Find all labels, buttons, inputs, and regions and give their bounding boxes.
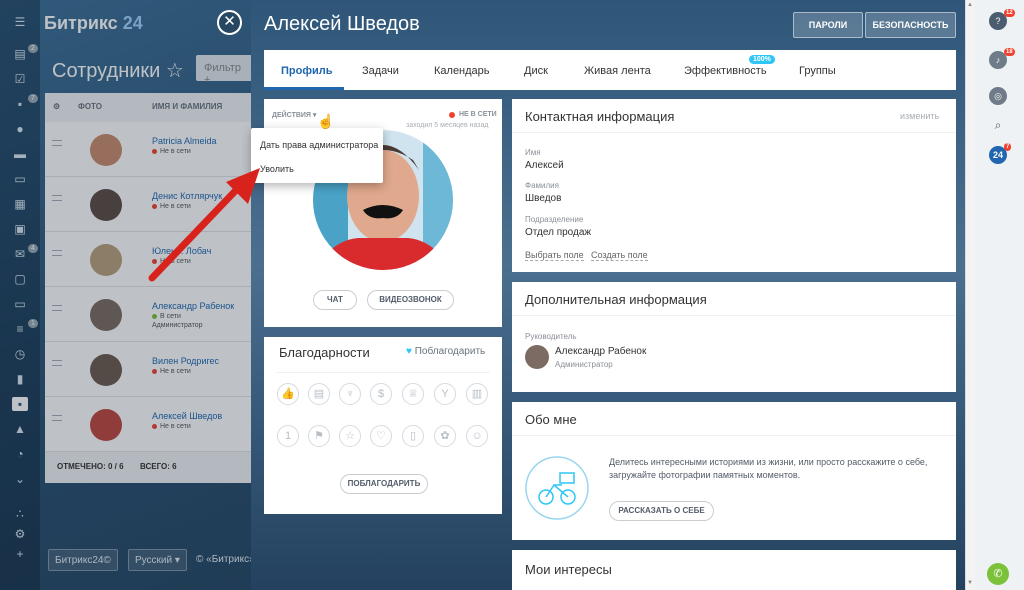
cake-icon[interactable]: ▥ (466, 383, 488, 405)
menu-item-grant-admin[interactable]: Дать права администратора (260, 140, 378, 150)
close-icon[interactable]: ✕ (217, 10, 242, 35)
search-icon[interactable]: ⌕ (989, 116, 1007, 134)
edit-link[interactable]: изменить (900, 111, 939, 121)
open-lines-icon[interactable]: ◎ (989, 87, 1007, 105)
select-field-link[interactable]: Выбрать поле (525, 250, 584, 261)
chat-button[interactable]: ЧАТ (313, 290, 357, 310)
smile-icon[interactable]: ☺ (466, 425, 488, 447)
phone-icon[interactable]: ✆ (987, 563, 1009, 585)
scroll-down-icon[interactable]: ▼ (967, 580, 973, 586)
heart-icon: ♥ (406, 346, 412, 357)
manager-label: Руководитель (525, 332, 577, 341)
efficiency-badge: 100% (749, 55, 775, 64)
actions-dropdown[interactable]: ДЕЙСТВИЯ ▾ (272, 111, 316, 119)
tab-live-feed[interactable]: Живая лента (584, 65, 651, 77)
tab-calendar[interactable]: Календарь (434, 65, 490, 77)
flag-icon[interactable]: ⚑ (308, 425, 330, 447)
profile-tabs: Профиль Задачи Календарь Диск Живая лент… (264, 50, 956, 90)
thumb-icon[interactable]: 👍 (277, 383, 299, 405)
tell-about-button[interactable]: РАССКАЗАТЬ О СЕБЕ (609, 501, 714, 521)
about-title: Обо мне (525, 412, 577, 427)
drink-icon[interactable]: Y (434, 383, 456, 405)
field-label: Имя (525, 148, 541, 157)
thank-link[interactable]: ♥ Поблагодарить (406, 346, 485, 357)
extra-title: Дополнительная информация (525, 292, 707, 307)
manager-name[interactable]: Александр Рабенок (555, 346, 646, 357)
one-icon[interactable]: 1 (277, 425, 299, 447)
profile-title: Алексей Шведов (264, 13, 420, 35)
about-text: Делитесь интересными историями из жизни,… (609, 457, 928, 480)
scrollbar[interactable]: ▲ ▼ (966, 0, 975, 590)
bicycle-icon (525, 456, 589, 520)
manager-role: Администратор (555, 360, 613, 369)
scroll-up-icon[interactable]: ▲ (967, 2, 973, 8)
field-value-department: Отдел продаж (525, 227, 592, 238)
offline-dot (449, 112, 455, 118)
manager-avatar[interactable] (525, 345, 549, 369)
crown-icon[interactable]: ♕ (402, 383, 424, 405)
interests-title: Мои интересы (525, 562, 612, 577)
gift-icon[interactable]: ▤ (308, 383, 330, 405)
actions-menu: Дать права администратора Уволить (251, 128, 383, 183)
thanks-card: Благодарности ♥ Поблагодарить 👍 ▤ ♆ $ ♕ … (264, 337, 502, 514)
field-label: Подразделение (525, 215, 584, 224)
star-icon[interactable]: ☆ (339, 425, 361, 447)
contact-title: Контактная информация (525, 109, 675, 124)
cursor-hand-icon: ☝ (317, 113, 335, 129)
b24-badge: 7 (1004, 143, 1012, 151)
field-value-surname: Шведов (525, 193, 562, 204)
help-badge: 12 (1004, 9, 1015, 17)
active-tab-indicator (264, 87, 344, 90)
cup-icon[interactable]: ♆ (339, 383, 361, 405)
heart-outline-icon[interactable]: ♡ (370, 425, 392, 447)
field-value-name: Алексей (525, 160, 564, 171)
beer-icon[interactable]: ▯ (402, 425, 424, 447)
offline-status: НЕ В СЕТИ (459, 111, 497, 118)
create-field-link[interactable]: Создать поле (591, 250, 648, 261)
tab-groups[interactable]: Группы (799, 65, 836, 77)
field-label: Фамилия (525, 181, 559, 190)
interests-card: Мои интересы (512, 550, 956, 590)
money-icon[interactable]: $ (370, 383, 392, 405)
passwords-button[interactable]: ПАРОЛИ (793, 12, 863, 38)
last-seen: заходил 5 месяцев назад (406, 122, 489, 129)
video-call-button[interactable]: ВИДЕОЗВОНОК (367, 290, 454, 310)
thank-button[interactable]: ПОБЛАГОДАРИТЬ (340, 474, 428, 494)
tab-efficiency[interactable]: Эффективность (684, 65, 767, 77)
notifications-badge: 18 (1004, 48, 1015, 56)
annotation-arrow (148, 168, 260, 282)
tab-tasks[interactable]: Задачи (362, 65, 399, 77)
flower-icon[interactable]: ✿ (434, 425, 456, 447)
tab-profile[interactable]: Профиль (281, 65, 332, 77)
security-button[interactable]: БЕЗОПАСНОСТЬ (865, 12, 956, 38)
about-card: Обо мне Делитесь интересными историями и… (512, 402, 956, 540)
contact-card: Контактная информация изменить Имя Алекс… (512, 99, 956, 272)
thanks-title: Благодарности (279, 345, 370, 360)
tab-disk[interactable]: Диск (524, 65, 548, 77)
extra-info-card: Дополнительная информация Руководитель А… (512, 282, 956, 392)
